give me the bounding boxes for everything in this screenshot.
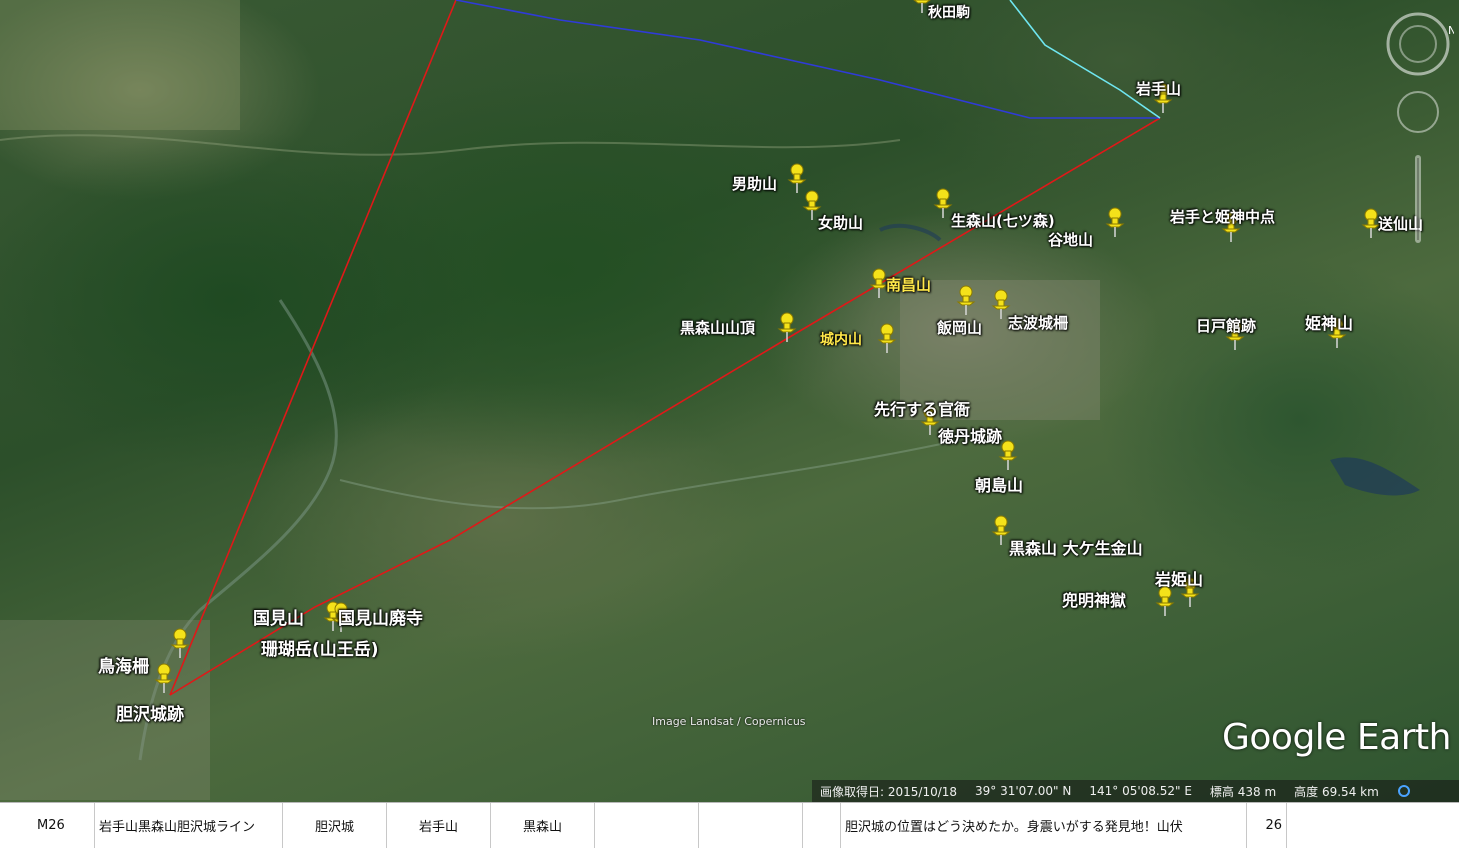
cell-empty-4[interactable] (1287, 803, 1459, 848)
pushpin-icon (956, 285, 976, 315)
pushpin-icon (998, 440, 1018, 470)
cell-line-name[interactable]: 岩手山黒森山胆沢城ライン (95, 803, 283, 848)
pin-sosenzan[interactable] (1361, 208, 1381, 238)
imagery-date: 画像取得日: 2015/10/18 (820, 784, 958, 799)
label-iwate-himegami-midpoint: 岩手と姫神中点 (1170, 208, 1276, 226)
spreadsheet-row: M26 岩手山黒森山胆沢城ライン 胆沢城 岩手山 黒森山 胆沢城の位置はどう決め… (0, 802, 1459, 848)
label-kunimiyama-haiji: 国見山廃寺 (338, 609, 423, 629)
pin-ubumoriyama[interactable] (933, 188, 953, 218)
red-line-north-isawa (169, 0, 457, 696)
pin-iioka-yama[interactable] (956, 285, 976, 315)
label-iwatesan: 岩手山 (1136, 80, 1182, 98)
pin-nanshozan[interactable] (869, 268, 889, 298)
cyan-line (1009, 0, 1161, 119)
altitude-readout: 高度 69.54 km (1294, 784, 1379, 799)
lines-layer (169, 0, 1161, 696)
label-kuromoriyama-summit: 黒森山山頂 (680, 319, 756, 337)
svg-text:N: N (1448, 24, 1454, 37)
pin-akita-koma[interactable] (913, 0, 931, 13)
label-himegamisan: 姫神山 (1305, 314, 1354, 333)
blue-line (455, 0, 1160, 119)
longitude-readout: 141° 05'08.52" E (1089, 784, 1192, 798)
pin-himegamisan[interactable] (1327, 318, 1347, 348)
cell-note[interactable]: 胆沢城の位置はどう決めたか。身震いがする発見地！山伏 (841, 803, 1247, 848)
pin-tokutan-jo[interactable] (920, 405, 940, 435)
pin-tokai-saku[interactable] (170, 628, 190, 658)
imagery-credit: Image Landsat / Copernicus (652, 715, 806, 728)
cell-empty-1[interactable] (595, 803, 699, 848)
navigation-controls[interactable]: N (1382, 8, 1454, 248)
pin-hinoto-date[interactable] (1225, 320, 1245, 350)
pin-jonaisan[interactable] (877, 323, 897, 353)
label-ubumoriyama: 生森山(七ツ森) (951, 212, 1055, 230)
label-tomei-jingoku: 兜明神獄 (1062, 591, 1127, 610)
label-osukeyama: 男助山 (732, 175, 778, 193)
label-kuromoriyama: 黒森山 大ケ生金山 (1009, 539, 1143, 558)
pin-shiwa-josaku[interactable] (991, 289, 1011, 319)
pin-iwate-himegami-midpoint[interactable] (1221, 212, 1241, 242)
compass-icon[interactable]: N (1386, 12, 1454, 76)
pin-iwatesan[interactable] (1153, 83, 1173, 113)
label-akita-koma: 秋田駒 (928, 5, 970, 21)
label-yachiyama: 谷地山 (1048, 231, 1094, 249)
label-kunimiyama: 国見山 (253, 609, 304, 629)
cell-empty-2[interactable] (699, 803, 803, 848)
cell-code[interactable]: M26 (33, 803, 95, 848)
look-joystick-icon[interactable] (1397, 91, 1439, 133)
label-nanshozan: 南昌山 (886, 276, 932, 294)
label-isawa-jo: 胆沢城跡 (116, 705, 184, 725)
pin-isawa-jo[interactable] (154, 663, 174, 693)
latitude-readout: 39° 31'07.00" N (975, 784, 1072, 798)
pin-kuromoriyama[interactable] (991, 515, 1011, 545)
cell-start[interactable]: 胆沢城 (283, 803, 387, 848)
pushpin-icon (877, 323, 897, 353)
map-view[interactable]: 秋田駒 岩手山 男助山 女助山 生森山(七ツ森) 谷地山 岩手と姫神中点 送仙山… (0, 0, 1459, 802)
label-shiwa-josaku: 志波城柵 (1008, 314, 1069, 332)
google-earth-logo: Google Earth (1222, 717, 1451, 758)
cell-end[interactable]: 岩手山 (387, 803, 491, 848)
pushpin-icon (170, 628, 190, 658)
pin-asajimayama[interactable] (998, 440, 1018, 470)
label-asajimayama: 朝島山 (975, 476, 1024, 495)
pin-mesukeyama[interactable] (802, 190, 822, 220)
label-senko-kanga: 先行する官衙 (874, 400, 971, 419)
pin-kuromoriyama-summit[interactable] (777, 312, 797, 342)
label-hinoto-date: 日戸館跡 (1196, 317, 1257, 335)
streaming-icon (1397, 785, 1410, 797)
pin-iwahimeyama[interactable] (1180, 577, 1200, 607)
cell-empty-3[interactable] (803, 803, 841, 848)
label-iioka-yama: 飯岡山 (937, 319, 983, 337)
label-tokai-saku: 鳥海柵 (98, 657, 149, 677)
label-sangodake: 珊瑚岳(山王岳) (261, 640, 379, 660)
cell-via[interactable]: 黒森山 (491, 803, 595, 848)
pushpin-icon (777, 312, 797, 342)
label-jonaisan: 城内山 (820, 332, 862, 348)
pin-yachiyama[interactable] (1105, 207, 1125, 237)
label-tokutan-jo: 徳丹城跡 (938, 427, 1003, 446)
status-bar: 画像取得日: 2015/10/18 39° 31'07.00" N 141° 0… (812, 780, 1459, 802)
elevation-readout: 標高 438 m (1209, 784, 1277, 799)
cell-number[interactable]: 26 (1247, 803, 1287, 848)
pushpin-icon (154, 663, 174, 693)
pin-tomei-jingoku[interactable] (1155, 586, 1175, 616)
pushpin-icon (1155, 586, 1175, 616)
label-mesukeyama: 女助山 (818, 214, 864, 232)
pushpin-icon (1105, 207, 1125, 237)
